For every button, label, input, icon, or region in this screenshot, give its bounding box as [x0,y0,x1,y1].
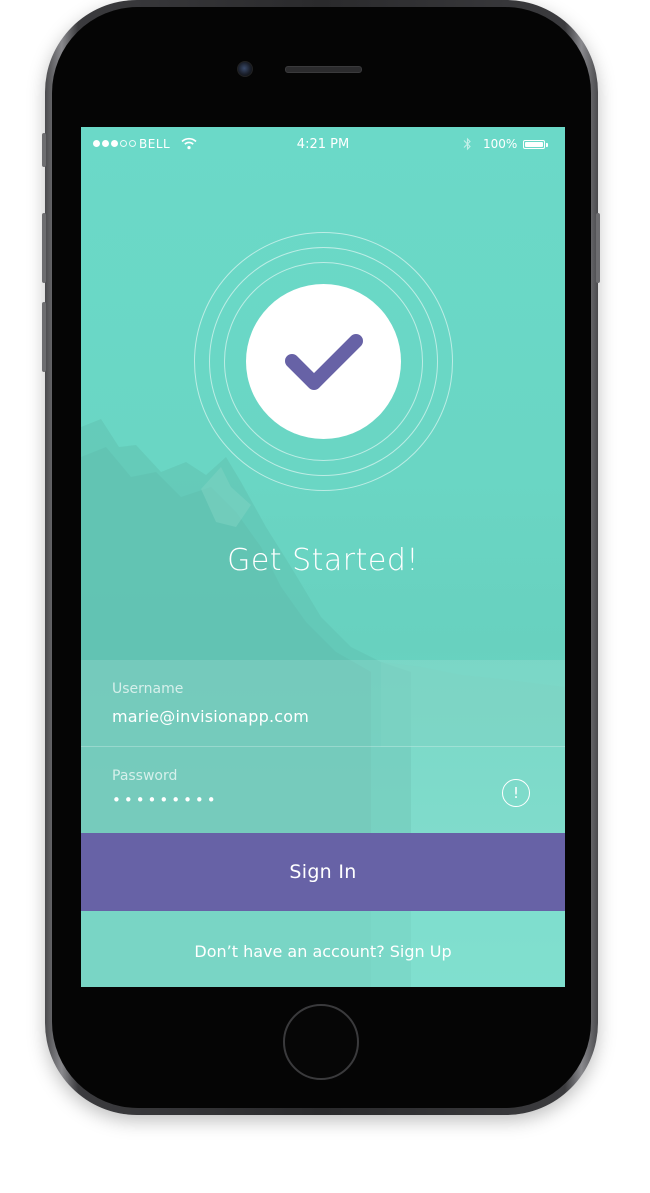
username-label: Username [112,681,184,697]
bluetooth-icon [463,137,471,151]
mute-switch [42,133,46,167]
power-button [596,213,600,283]
earpiece-speaker [285,66,362,73]
logo-badge [246,284,401,439]
alert-circle-icon[interactable]: ! [502,779,530,807]
volume-up-button [42,213,46,283]
battery-percent: 100% [483,137,518,151]
volume-down-button [42,302,46,372]
password-field[interactable]: Password ••••••••• ! [81,747,565,833]
status-bar: BELL 4:21 PM 100% [81,127,565,163]
home-button[interactable] [283,1004,359,1080]
page-title: Get Started! [227,543,419,578]
checkmark-icon [284,333,363,390]
front-camera [237,61,253,77]
sign-up-link[interactable]: Don’t have an account? Sign Up [81,942,565,961]
password-label: Password [112,768,178,784]
battery-icon [523,140,545,149]
username-field[interactable]: Username marie@invisionapp.com [81,660,565,746]
app-screen: BELL 4:21 PM 100% Get Started! Username … [81,127,565,987]
password-input[interactable]: ••••••••• [112,791,219,809]
username-input[interactable]: marie@invisionapp.com [112,707,309,726]
battery-tip [546,143,548,147]
sign-in-button[interactable]: Sign In [81,833,565,911]
